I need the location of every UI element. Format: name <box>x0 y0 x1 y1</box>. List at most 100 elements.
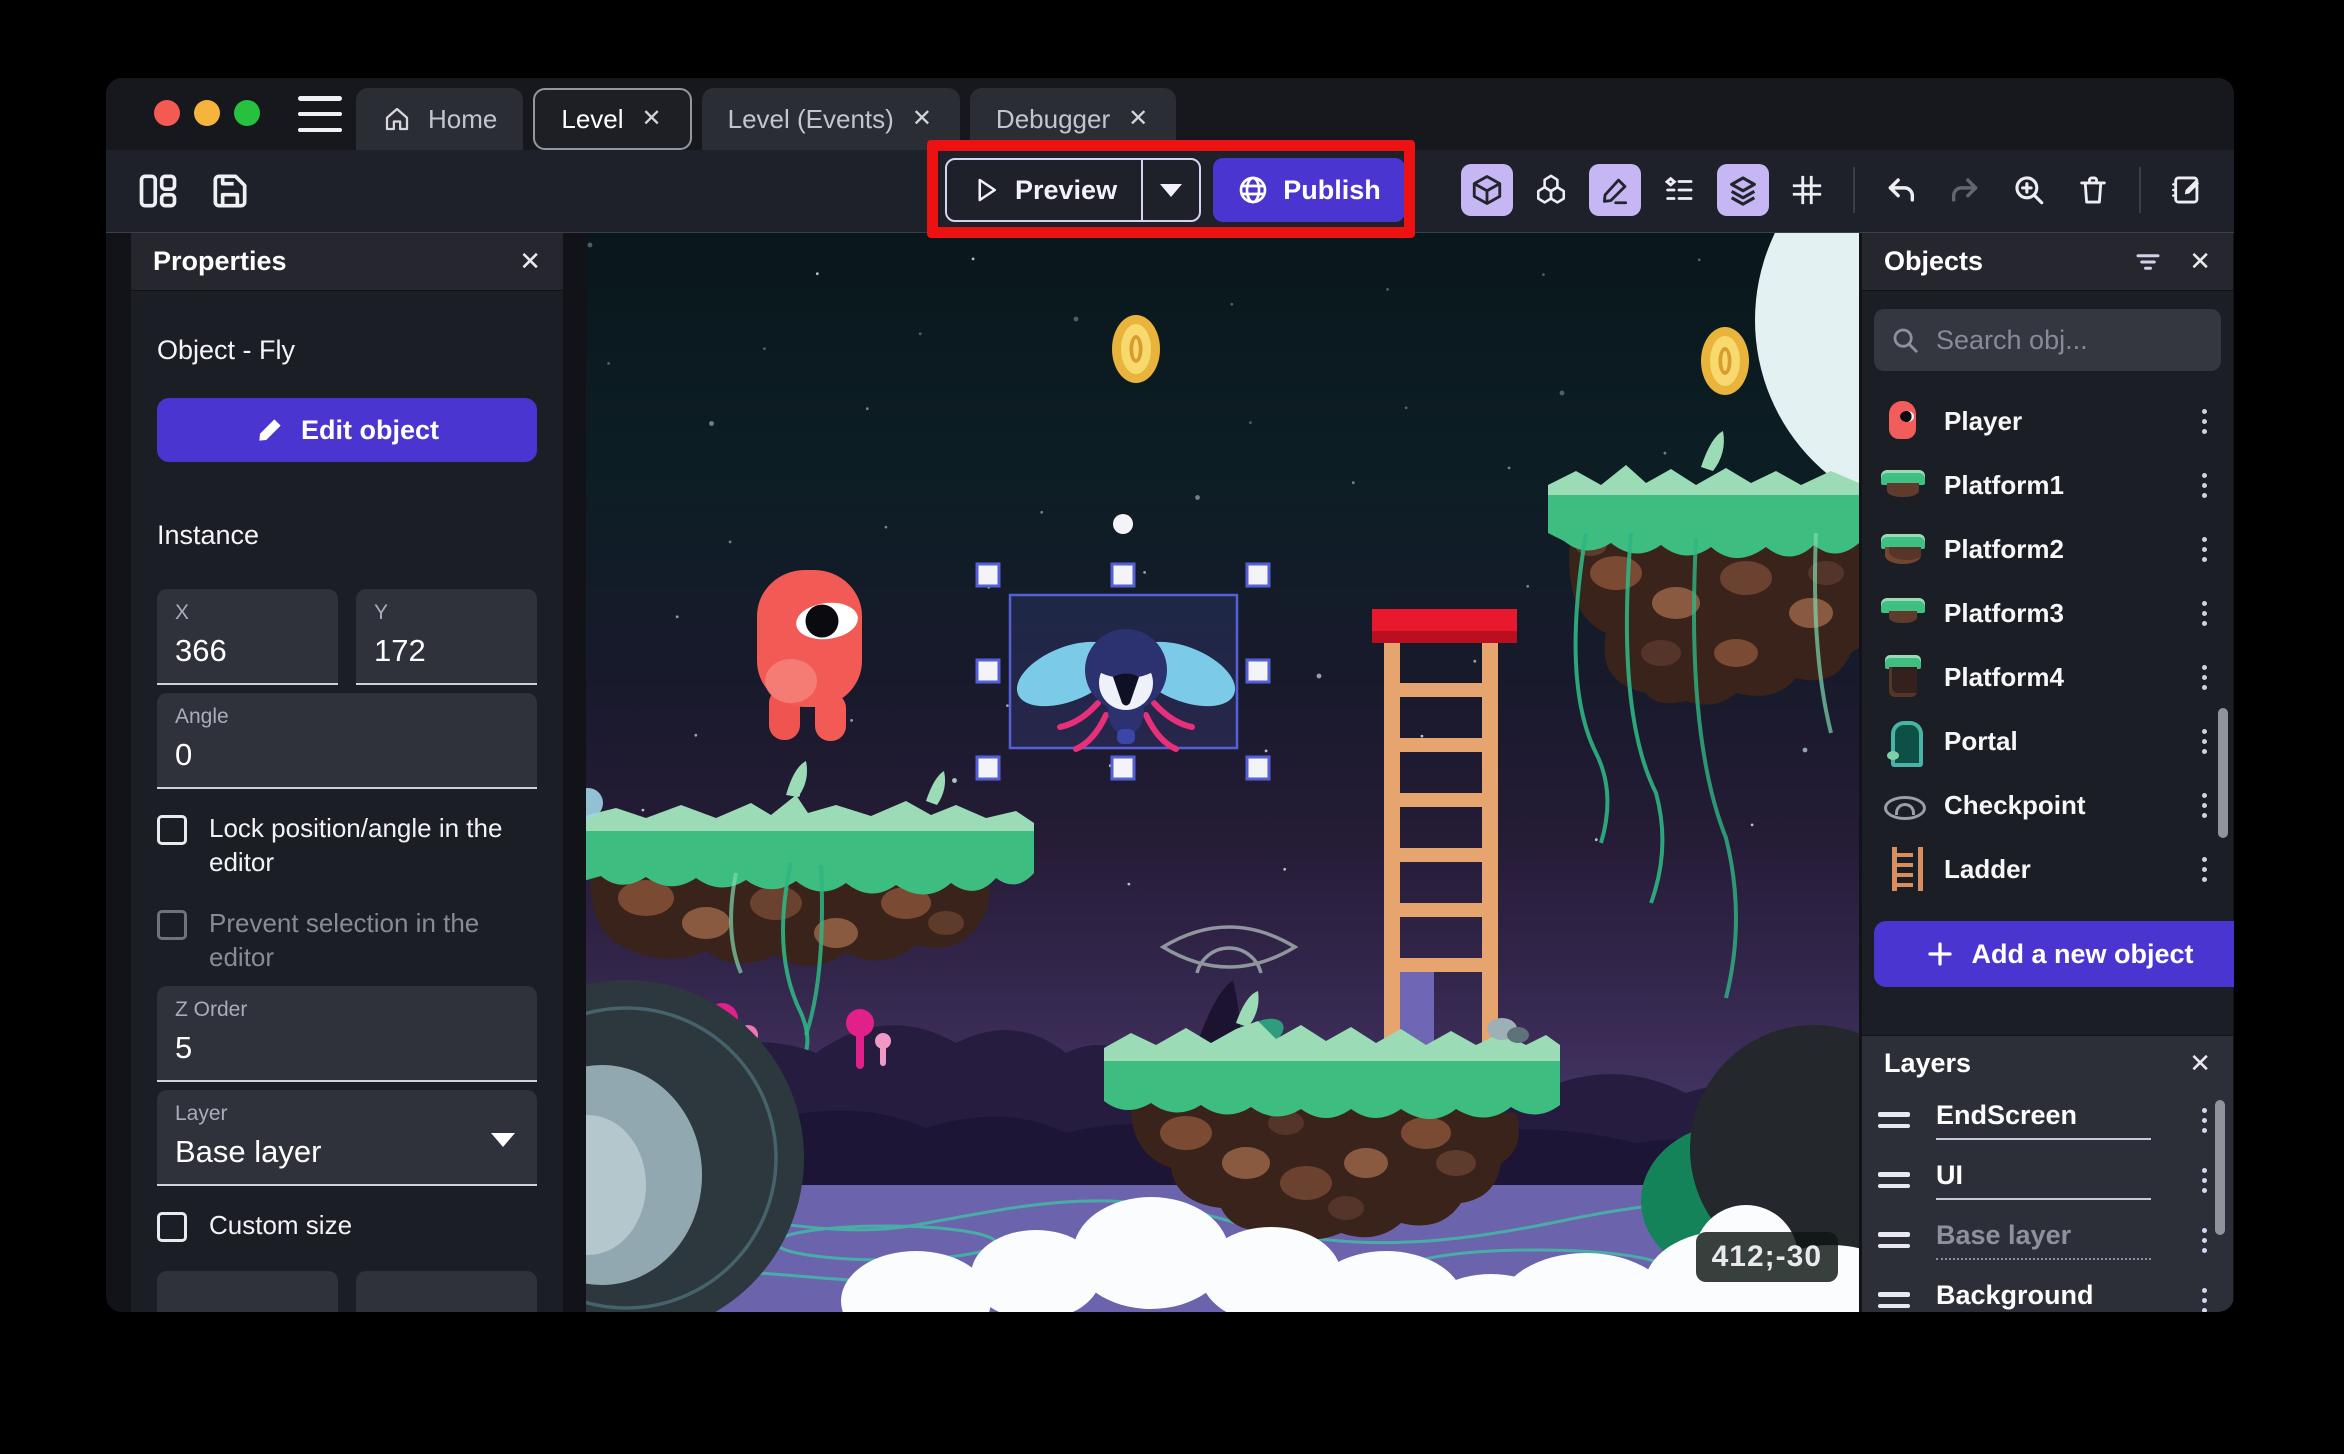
tab[interactable]: Debugger ✕ <box>969 88 1177 150</box>
custom-size-checkbox[interactable] <box>157 1212 187 1243</box>
tab[interactable]: Home ✕ <box>356 88 524 150</box>
kebab-menu-icon[interactable] <box>2196 1282 2213 1312</box>
object-name: Portal <box>1944 725 2018 756</box>
close-window-button[interactable] <box>154 100 180 126</box>
main-menu-icon[interactable] <box>298 96 342 132</box>
object-list-item[interactable]: Checkpoint <box>1862 773 2233 837</box>
layers-scrollbar[interactable] <box>2215 1100 2225 1235</box>
coin-instance[interactable] <box>1112 315 1160 383</box>
preview-button[interactable]: Preview <box>947 160 1141 220</box>
save-icon[interactable] <box>208 169 252 213</box>
edit-object-button[interactable]: Edit object <box>157 398 537 462</box>
close-icon[interactable]: ✕ <box>519 246 541 277</box>
redo-icon <box>1951 178 1978 202</box>
zoom-in-icon <box>2015 176 2044 205</box>
minimize-window-button[interactable] <box>194 100 220 126</box>
layer-name-field[interactable]: Base layer <box>1936 1220 2151 1260</box>
objects-list: Player Platform1 Platform2 Platform3 Pla… <box>1862 389 2233 901</box>
instance-heading: Instance <box>157 520 260 550</box>
layer-row[interactable]: EndScreen <box>1862 1090 2233 1150</box>
layer-select[interactable]: Layer Base layer <box>157 1090 537 1187</box>
kebab-menu-icon[interactable] <box>2196 531 2213 568</box>
object-list-item[interactable]: Ladder <box>1862 837 2233 901</box>
object-thumbnail-icon <box>1880 590 1926 636</box>
undo-button[interactable] <box>1875 164 1927 216</box>
publish-label: Publish <box>1283 174 1381 205</box>
object-list-item[interactable]: Portal <box>1862 709 2233 773</box>
layers-button[interactable] <box>1717 164 1769 216</box>
edit-scene-properties-button[interactable] <box>2161 164 2213 216</box>
redo-button[interactable] <box>1939 164 1991 216</box>
kebab-menu-icon[interactable] <box>2196 595 2213 632</box>
tab[interactable]: Level ✕ <box>533 88 692 150</box>
filter-icon[interactable] <box>2133 247 2163 277</box>
kebab-menu-icon[interactable] <box>2196 659 2213 696</box>
tab-close-icon[interactable]: ✕ <box>640 105 664 133</box>
coin-instance[interactable] <box>1701 327 1749 395</box>
objects-scrollbar[interactable] <box>2218 708 2228 838</box>
x-field[interactable]: X 366 <box>157 589 338 685</box>
y-field[interactable]: Y 172 <box>356 589 537 685</box>
pencil-icon <box>259 419 281 441</box>
layer-row[interactable]: Base layer <box>1862 1210 2233 1270</box>
kebab-menu-icon[interactable] <box>2196 1222 2213 1259</box>
publish-button[interactable]: Publish <box>1213 158 1405 222</box>
tab-close-icon[interactable]: ✕ <box>1126 105 1150 133</box>
object-thumbnail-icon <box>1880 526 1926 572</box>
tab-label: Debugger <box>995 103 1111 134</box>
angle-field[interactable]: Angle 0 <box>157 693 537 789</box>
delete-button[interactable] <box>2067 164 2119 216</box>
layer-name-field[interactable]: EndScreen <box>1936 1100 2151 1140</box>
instances-list-button[interactable] <box>1653 164 1705 216</box>
kebab-menu-icon[interactable] <box>2196 1162 2213 1199</box>
zoom-in-button[interactable] <box>2003 164 2055 216</box>
objects-list-button[interactable] <box>1525 164 1577 216</box>
drag-handle-icon[interactable] <box>1878 1228 1910 1252</box>
preview-options-button[interactable] <box>1141 160 1199 220</box>
layer-name-field[interactable]: UI <box>1936 1160 2151 1200</box>
drag-handle-icon[interactable] <box>1878 1288 1910 1312</box>
layers-title: Layers <box>1884 1047 1972 1078</box>
layer-row[interactable]: Background <box>1862 1270 2233 1312</box>
panels-layout-icon[interactable] <box>136 169 180 213</box>
custom-size-checkbox-row: Custom size <box>157 1204 537 1246</box>
rotation-handle[interactable] <box>1113 514 1133 534</box>
kebab-menu-icon[interactable] <box>2196 467 2213 504</box>
chevron-down-icon <box>491 1133 515 1148</box>
editor-toolbar: Preview Publish <box>106 150 2234 233</box>
close-icon[interactable]: ✕ <box>2189 246 2211 277</box>
layer-row[interactable]: UI <box>1862 1150 2233 1210</box>
drag-handle-icon[interactable] <box>1878 1168 1910 1192</box>
add-new-object-button[interactable]: Add a new object <box>1874 921 2234 987</box>
kebab-menu-icon[interactable] <box>2196 787 2213 824</box>
search-input[interactable] <box>1934 323 2205 357</box>
object-list-item[interactable]: Player <box>1862 389 2233 453</box>
object-thumbnail-icon <box>1880 846 1926 892</box>
close-icon[interactable]: ✕ <box>2189 1048 2211 1079</box>
layer-name-field[interactable]: Background <box>1936 1280 2151 1312</box>
scene-editor-canvas[interactable]: 412;-30 <box>586 233 1859 1312</box>
kebab-menu-icon[interactable] <box>2196 723 2213 760</box>
object-list-item[interactable]: Platform2 <box>1862 517 2233 581</box>
kebab-menu-icon[interactable] <box>2196 851 2213 888</box>
kebab-menu-icon[interactable] <box>2196 403 2213 440</box>
trash-icon <box>2080 176 2106 204</box>
tab-label: Level <box>561 103 624 134</box>
lock-position-checkbox[interactable] <box>157 815 187 845</box>
tab-close-icon[interactable]: ✕ <box>910 105 934 133</box>
toggle-3d-view-button[interactable] <box>1461 164 1513 216</box>
app-window: Home ✕ Level ✕ Level (Events) ✕ <box>106 78 2234 1312</box>
object-list-item[interactable]: Platform4 <box>1862 645 2233 709</box>
object-list-item[interactable]: Platform3 <box>1862 581 2233 645</box>
grid-button[interactable] <box>1781 164 1833 216</box>
drag-handle-icon[interactable] <box>1878 1108 1910 1132</box>
tab[interactable]: Level (Events) ✕ <box>701 88 960 150</box>
prevent-selection-checkbox[interactable] <box>157 909 187 940</box>
maximize-window-button[interactable] <box>234 100 260 126</box>
edit-mode-button[interactable] <box>1589 164 1641 216</box>
kebab-menu-icon[interactable] <box>2196 1102 2213 1139</box>
scene-edit-icon <box>2171 176 2200 204</box>
z-order-field[interactable]: Z Order 5 <box>157 986 537 1083</box>
object-name: Platform4 <box>1944 661 2064 692</box>
object-list-item[interactable]: Platform1 <box>1862 453 2233 517</box>
